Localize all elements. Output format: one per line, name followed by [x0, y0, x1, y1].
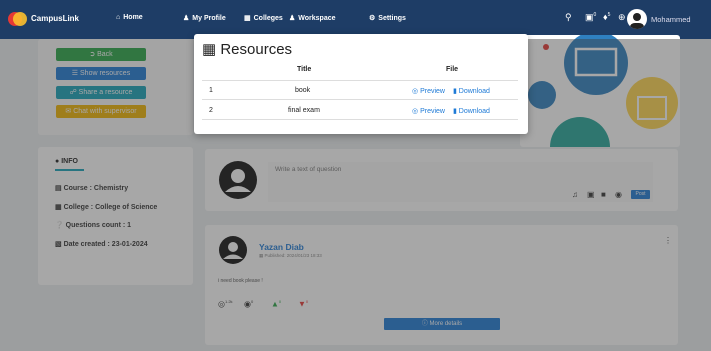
- people-icon: ♟: [289, 15, 296, 22]
- nav-home[interactable]: ⌂ Home: [116, 14, 143, 21]
- row-title: final exam: [288, 107, 320, 114]
- header-divider: [202, 80, 518, 81]
- row-title: book: [295, 87, 311, 94]
- user-name[interactable]: Mohammed: [651, 15, 691, 24]
- preview-link[interactable]: ◎ Preview: [412, 87, 445, 95]
- bell-icon[interactable]: ♦5: [603, 12, 610, 22]
- row-index: 1: [209, 87, 213, 94]
- message-icon[interactable]: ▣0: [585, 12, 596, 23]
- search-icon[interactable]: ⚲: [565, 12, 572, 23]
- nav-colleges[interactable]: ▦ Colleges: [244, 14, 283, 22]
- brand-name[interactable]: CampusLink: [31, 14, 79, 23]
- building-icon: ▦: [244, 15, 251, 22]
- gear-icon: ⚙: [369, 15, 376, 22]
- eye-icon: ◎: [412, 108, 421, 115]
- home-icon: ⌂: [116, 14, 121, 21]
- eye-icon: ◎: [412, 88, 421, 95]
- user-avatar[interactable]: [627, 9, 647, 29]
- row-index: 2: [209, 107, 213, 114]
- row-divider: [202, 119, 518, 120]
- resources-modal: ▦ Resources Title File 1 book ◎ Preview …: [194, 34, 528, 134]
- nav-workspace[interactable]: ♟ Workspace: [289, 14, 336, 22]
- preview-link[interactable]: ◎ Preview: [412, 107, 445, 115]
- modal-title: ▦ Resources: [202, 41, 293, 58]
- table-icon: ▦: [202, 41, 221, 58]
- column-file: File: [446, 66, 459, 73]
- user-icon: ♟: [183, 15, 190, 22]
- column-title: Title: [297, 66, 312, 73]
- nav-settings[interactable]: ⚙ Settings: [369, 14, 406, 22]
- download-link[interactable]: ▮ Download: [453, 107, 490, 115]
- row-divider: [202, 99, 518, 100]
- campuslink-logo[interactable]: [7, 8, 29, 30]
- download-link[interactable]: ▮ Download: [453, 87, 490, 95]
- globe-icon[interactable]: ⊕: [618, 12, 626, 23]
- nav-my-profile[interactable]: ♟ My Profile: [183, 14, 226, 22]
